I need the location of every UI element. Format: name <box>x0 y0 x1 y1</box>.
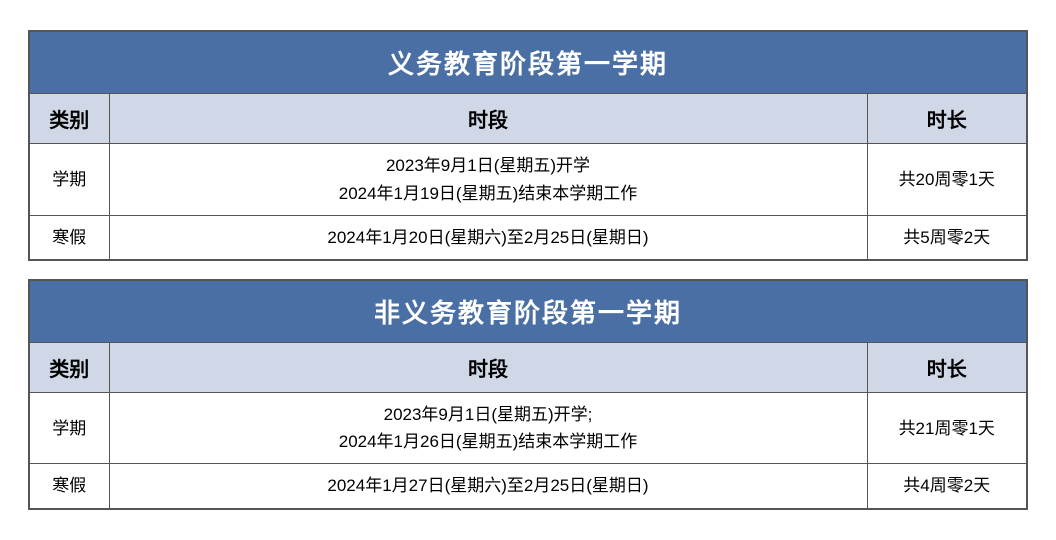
table1-header-duration: 时长 <box>867 94 1027 144</box>
table2-header-row: 类别 时段 时长 <box>29 343 1027 393</box>
page-container: 义务教育阶段第一学期 类别 时段 时长 学期 2023年9月1日(星期五)开学2… <box>18 20 1038 519</box>
table2-row1-period: 2024年1月27日(星期六)至2月25日(星期日) <box>109 464 867 509</box>
table2-title-row: 非义务教育阶段第一学期 <box>29 280 1027 343</box>
table2-header-period: 时段 <box>109 343 867 393</box>
table2-header-category: 类别 <box>29 343 109 393</box>
table1-title: 义务教育阶段第一学期 <box>29 31 1027 94</box>
table1-header-row: 类别 时段 时长 <box>29 94 1027 144</box>
table1-row-0: 学期 2023年9月1日(星期五)开学2024年1月19日(星期五)结束本学期工… <box>29 144 1027 215</box>
table1-row0-period: 2023年9月1日(星期五)开学2024年1月19日(星期五)结束本学期工作 <box>109 144 867 215</box>
table1: 义务教育阶段第一学期 类别 时段 时长 学期 2023年9月1日(星期五)开学2… <box>28 30 1028 261</box>
table2-row-0: 学期 2023年9月1日(星期五)开学;2024年1月26日(星期五)结束本学期… <box>29 393 1027 464</box>
table2-row1-category: 寒假 <box>29 464 109 509</box>
table1-row0-category: 学期 <box>29 144 109 215</box>
table1-row1-period: 2024年1月20日(星期六)至2月25日(星期日) <box>109 215 867 260</box>
table2: 非义务教育阶段第一学期 类别 时段 时长 学期 2023年9月1日(星期五)开学… <box>28 279 1028 510</box>
table1-row1-duration: 共5周零2天 <box>867 215 1027 260</box>
table1-title-row: 义务教育阶段第一学期 <box>29 31 1027 94</box>
table1-header-period: 时段 <box>109 94 867 144</box>
table1-header-category: 类别 <box>29 94 109 144</box>
table2-header-duration: 时长 <box>867 343 1027 393</box>
table2-row-1: 寒假 2024年1月27日(星期六)至2月25日(星期日) 共4周零2天 <box>29 464 1027 509</box>
table1-row1-category: 寒假 <box>29 215 109 260</box>
table2-row0-category: 学期 <box>29 393 109 464</box>
table1-row0-duration: 共20周零1天 <box>867 144 1027 215</box>
table2-row1-duration: 共4周零2天 <box>867 464 1027 509</box>
table1-row-1: 寒假 2024年1月20日(星期六)至2月25日(星期日) 共5周零2天 <box>29 215 1027 260</box>
table2-row0-duration: 共21周零1天 <box>867 393 1027 464</box>
table2-title: 非义务教育阶段第一学期 <box>29 280 1027 343</box>
table2-row0-period: 2023年9月1日(星期五)开学;2024年1月26日(星期五)结束本学期工作 <box>109 393 867 464</box>
